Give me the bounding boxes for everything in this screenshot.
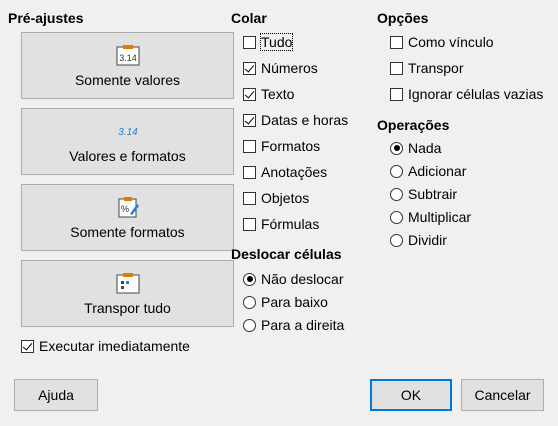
radio-circle[interactable] [390, 164, 403, 178]
operation-add-label: Adicionar [408, 163, 467, 179]
checkbox-box[interactable] [390, 61, 403, 75]
operation-subtract-radio[interactable]: Subtrair [390, 184, 457, 204]
svg-text:3.14: 3.14 [119, 53, 137, 63]
paste-formats-label: Formatos [261, 138, 321, 154]
run-immediately-label: Executar imediatamente [39, 338, 190, 354]
svg-text:3.14: 3.14 [118, 127, 138, 138]
as-link-label: Como vínculo [408, 34, 494, 50]
cancel-button[interactable]: Cancelar [461, 379, 544, 411]
checkbox-box[interactable] [243, 165, 256, 179]
operation-none-label: Nada [408, 140, 442, 156]
paste-objects-checkbox[interactable]: Objetos [243, 188, 309, 208]
paste-formulas-checkbox[interactable]: Fórmulas [243, 214, 319, 234]
radio-circle[interactable] [243, 295, 256, 309]
paste-title: Colar [231, 10, 267, 26]
operation-multiply-label: Multiplicar [408, 209, 472, 225]
checkbox-box[interactable] [243, 191, 256, 205]
preset-formats-only-label: Somente formatos [70, 223, 185, 240]
transpose-label: Transpor [408, 60, 464, 76]
paste-text-label: Texto [261, 86, 295, 102]
radio-circle[interactable] [390, 141, 403, 155]
preset-values-formats-button[interactable]: 3.14 Valores e formatos [21, 108, 234, 175]
paste-all-label: Tudo [259, 33, 294, 51]
operation-add-radio[interactable]: Adicionar [390, 161, 466, 181]
paste-dates-checkbox[interactable]: Datas e horas [243, 110, 348, 130]
checkbox-box[interactable] [243, 113, 256, 127]
paste-comments-checkbox[interactable]: Anotações [243, 162, 327, 182]
shift-down-label: Para baixo [261, 294, 328, 310]
paste-comments-label: Anotações [261, 164, 328, 180]
ok-button[interactable]: OK [370, 379, 452, 411]
help-button[interactable]: Ajuda [14, 379, 98, 411]
shift-cells-title: Deslocar células [231, 246, 342, 262]
preset-values-formats-label: Valores e formatos [69, 147, 186, 164]
skip-empty-cells-checkbox[interactable]: Ignorar células vazias [390, 84, 543, 104]
operations-title: Operações [377, 117, 450, 133]
checkbox-box[interactable] [390, 87, 403, 101]
operation-subtract-label: Subtrair [408, 186, 458, 202]
shift-down-radio[interactable]: Para baixo [243, 292, 328, 312]
values-icon: 3.14 [116, 44, 139, 65]
operation-divide-radio[interactable]: Dividir [390, 230, 447, 250]
shift-none-label: Não deslocar [261, 271, 344, 287]
run-immediately-checkbox[interactable]: Executar imediatamente [21, 336, 190, 356]
paste-all-checkbox[interactable]: Tudo [243, 32, 294, 52]
paste-objects-label: Objetos [261, 190, 310, 206]
checkbox-box[interactable] [21, 339, 34, 353]
shift-none-radio[interactable]: Não deslocar [243, 269, 344, 289]
svg-text:%: % [120, 204, 128, 214]
preset-formats-only-button[interactable]: % Somente formatos [21, 184, 234, 251]
transpose-icon [116, 272, 139, 293]
skip-empty-cells-label: Ignorar células vazias [408, 86, 544, 102]
preset-transpose-all-button[interactable]: Transpor tudo [21, 260, 234, 327]
shift-right-label: Para a direita [261, 317, 345, 333]
shift-right-radio[interactable]: Para a direita [243, 315, 344, 335]
as-link-checkbox[interactable]: Como vínculo [390, 32, 494, 52]
operation-divide-label: Dividir [408, 232, 447, 248]
paste-text-checkbox[interactable]: Texto [243, 84, 294, 104]
presets-title: Pré-ajustes [8, 10, 84, 26]
preset-values-only-button[interactable]: 3.14 Somente valores [21, 32, 234, 99]
operation-none-radio[interactable]: Nada [390, 138, 441, 158]
radio-circle[interactable] [390, 233, 403, 247]
radio-circle[interactable] [243, 318, 256, 332]
paste-formulas-label: Fórmulas [261, 216, 320, 232]
checkbox-box[interactable] [243, 87, 256, 101]
values-formats-icon: 3.14 [118, 127, 138, 138]
checkbox-box[interactable] [390, 35, 403, 49]
formats-icon: % [118, 196, 139, 217]
transpose-checkbox[interactable]: Transpor [390, 58, 464, 78]
paste-numbers-label: Números [261, 60, 318, 76]
checkbox-box[interactable] [243, 61, 256, 75]
radio-circle[interactable] [243, 272, 256, 286]
paste-numbers-checkbox[interactable]: Números [243, 58, 318, 78]
preset-transpose-all-label: Transpor tudo [84, 299, 171, 316]
paste-formats-checkbox[interactable]: Formatos [243, 136, 320, 156]
preset-values-only-label: Somente valores [74, 71, 181, 88]
paste-dates-label: Datas e horas [261, 112, 349, 128]
checkbox-box[interactable] [243, 139, 256, 153]
checkbox-box[interactable] [243, 217, 256, 231]
options-title: Opções [377, 10, 429, 26]
radio-circle[interactable] [390, 187, 403, 201]
checkbox-box[interactable] [243, 35, 256, 49]
radio-circle[interactable] [390, 210, 403, 224]
operation-multiply-radio[interactable]: Multiplicar [390, 207, 471, 227]
